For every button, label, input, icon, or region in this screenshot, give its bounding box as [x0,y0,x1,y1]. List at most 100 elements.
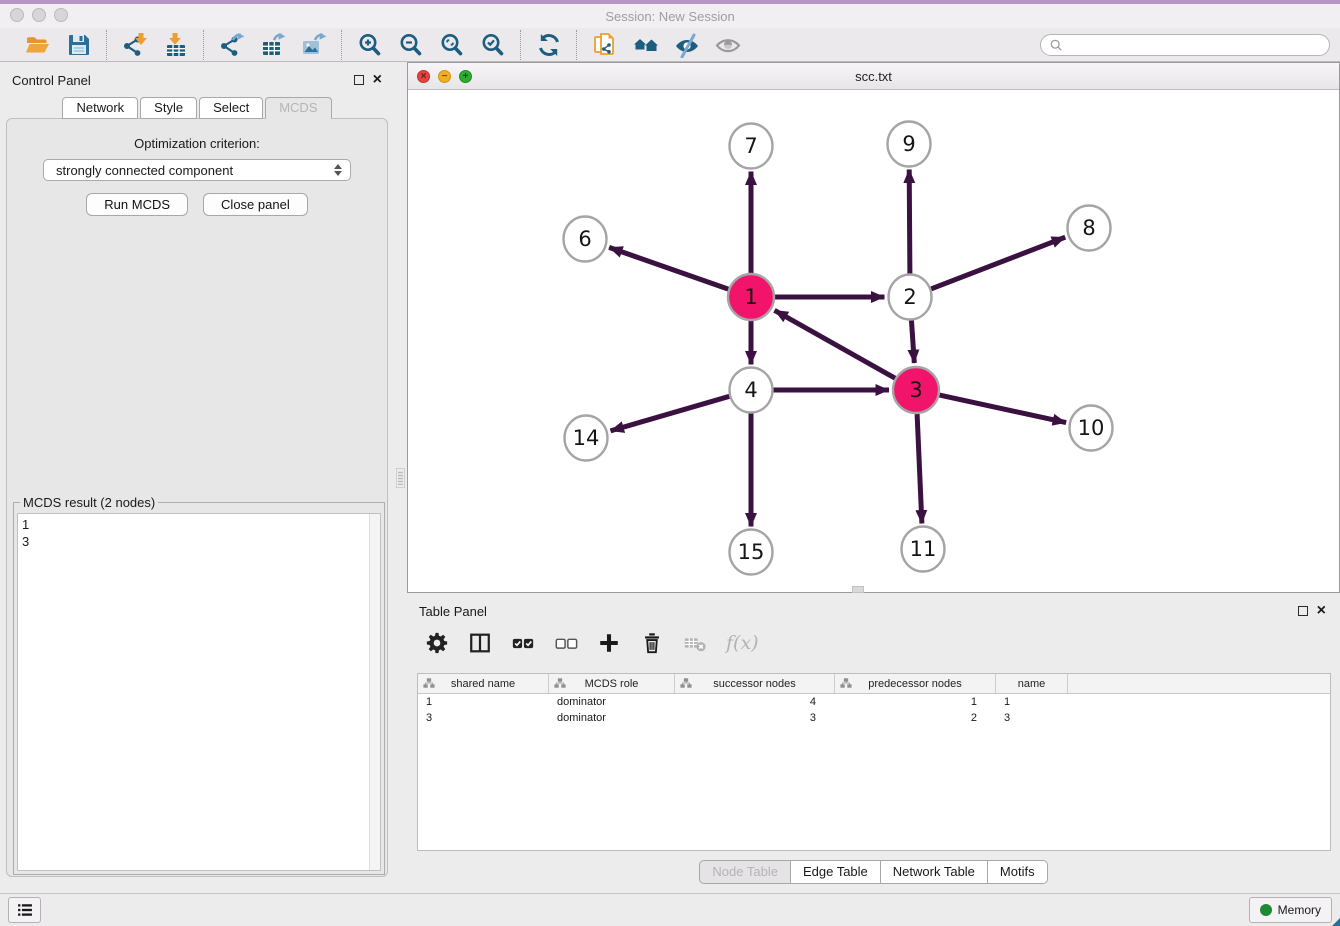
export-table-button[interactable] [258,31,287,59]
tab-network-table[interactable]: Network Table [880,860,988,884]
save-session-button[interactable] [64,31,93,59]
network-canvas[interactable]: 7 9 6 8 1 2 4 3 14 10 15 11 [408,90,1339,592]
column-sort-icon[interactable] [554,677,566,689]
mcds-result-textarea[interactable]: 1 3 [17,513,381,871]
column-visibility-button[interactable] [468,631,492,655]
network-close-button[interactable]: × [417,70,430,83]
export-image-button[interactable] [299,31,328,59]
close-table-panel-icon[interactable]: × [1317,606,1326,616]
edge-2-3[interactable] [911,320,914,364]
run-mcds-button[interactable]: Run MCDS [86,193,188,216]
search-input[interactable] [1068,37,1321,53]
column-header-name[interactable]: name [996,674,1068,693]
table-panel-header: Table Panel × [407,595,1340,621]
zoom-out-button[interactable] [396,31,425,59]
tab-mcds[interactable]: MCDS [265,97,331,119]
table-body: 1dominator4113dominator323 [418,694,1330,726]
minimize-window-button[interactable] [32,8,46,22]
float-table-panel-icon[interactable] [1298,606,1308,616]
column-sort-icon[interactable] [423,677,435,689]
graph-node-7[interactable]: 7 [730,124,773,169]
tab-edge-table[interactable]: Edge Table [790,860,881,884]
cell-shared-name: 3 [418,710,549,726]
graph-node-4[interactable]: 4 [730,368,773,413]
graph-node-2[interactable]: 2 [889,275,932,320]
table-toolbar: f(x) [407,621,1340,665]
float-panel-icon[interactable] [354,75,364,85]
function-builder-button: f(x) [726,632,759,654]
memory-button[interactable]: Memory [1249,897,1332,923]
graph-node-1[interactable]: 1 [728,274,774,320]
copy-network-icon [592,32,618,58]
horizontal-scrollbar-thumb[interactable] [852,586,864,593]
show-panels-button[interactable] [713,31,742,59]
edge-2-9[interactable] [909,170,910,275]
column-header-predecessor-nodes[interactable]: predecessor nodes [835,674,996,693]
save-session-icon [66,32,92,58]
window-controls [10,8,68,22]
close-window-button[interactable] [10,8,24,22]
import-table-button[interactable] [161,31,190,59]
edge-3-11[interactable] [917,414,922,524]
edge-1-6[interactable] [609,247,728,289]
graph-node-8[interactable]: 8 [1068,206,1111,251]
graph-node-14[interactable]: 14 [565,416,608,461]
zoom-selected-button[interactable] [478,31,507,59]
edge-4-14[interactable] [611,396,730,431]
graph-node-9[interactable]: 9 [888,122,931,167]
graph-node-15[interactable]: 15 [730,530,773,575]
graph-node-10[interactable]: 10 [1070,406,1113,451]
tab-select[interactable]: Select [199,97,263,119]
home-button[interactable] [631,31,660,59]
edge-2-8[interactable] [931,237,1065,289]
tab-motifs[interactable]: Motifs [987,860,1048,884]
open-folder-icon [25,32,51,58]
zoom-fit-button[interactable] [437,31,466,59]
delete-table-button [683,631,707,655]
deselect-all-rows-icon [554,631,578,655]
copy-network-button[interactable] [590,31,619,59]
zoom-in-button[interactable] [355,31,384,59]
table-row[interactable]: 1dominator411 [418,694,1330,710]
search-box[interactable] [1040,34,1330,56]
control-panel-tabs: NetworkStyleSelectMCDS [0,97,394,119]
criterion-select-value: strongly connected component [56,163,332,178]
table-settings-button[interactable] [425,631,449,655]
network-maximize-button[interactable]: + [459,70,472,83]
column-header-successor-nodes[interactable]: successor nodes [675,674,835,693]
task-history-button[interactable] [8,897,41,923]
graph-node-3[interactable]: 3 [893,367,939,413]
close-panel-button[interactable]: Close panel [203,193,308,216]
memory-label: Memory [1278,903,1321,917]
tab-node-table[interactable]: Node Table [699,860,791,884]
delete-row-button[interactable] [640,631,664,655]
add-row-button[interactable] [597,631,621,655]
criterion-select[interactable]: strongly connected component [43,159,351,181]
window-resize-grip[interactable] [1332,918,1340,926]
tab-network[interactable]: Network [62,97,138,119]
table-row[interactable]: 3dominator323 [418,710,1330,726]
column-sort-icon[interactable] [680,677,692,689]
apply-layout-button[interactable] [534,31,563,59]
edge-3-10[interactable] [940,395,1067,423]
tab-style[interactable]: Style [140,97,197,119]
edge-3-1[interactable] [775,310,896,378]
network-minimize-button[interactable]: − [438,70,451,83]
result-scrollbar[interactable] [369,514,380,870]
zoom-in-icon [357,32,383,58]
column-header-shared-name[interactable]: shared name [418,674,549,693]
select-all-rows-button[interactable] [511,631,535,655]
column-header-MCDS-role[interactable]: MCDS role [549,674,675,693]
import-network-button[interactable] [120,31,149,59]
maximize-window-button[interactable] [54,8,68,22]
open-folder-button[interactable] [23,31,52,59]
deselect-all-rows-button[interactable] [554,631,578,655]
panel-splitter-grip[interactable] [396,468,405,488]
close-panel-icon[interactable]: × [373,75,382,85]
export-network-button[interactable] [217,31,246,59]
hide-panels-button[interactable] [672,31,701,59]
graph-node-6[interactable]: 6 [564,217,607,262]
network-graph[interactable]: 7 9 6 8 1 2 4 3 14 10 15 11 [408,90,1339,592]
column-sort-icon[interactable] [840,677,852,689]
graph-node-11[interactable]: 11 [902,527,945,572]
